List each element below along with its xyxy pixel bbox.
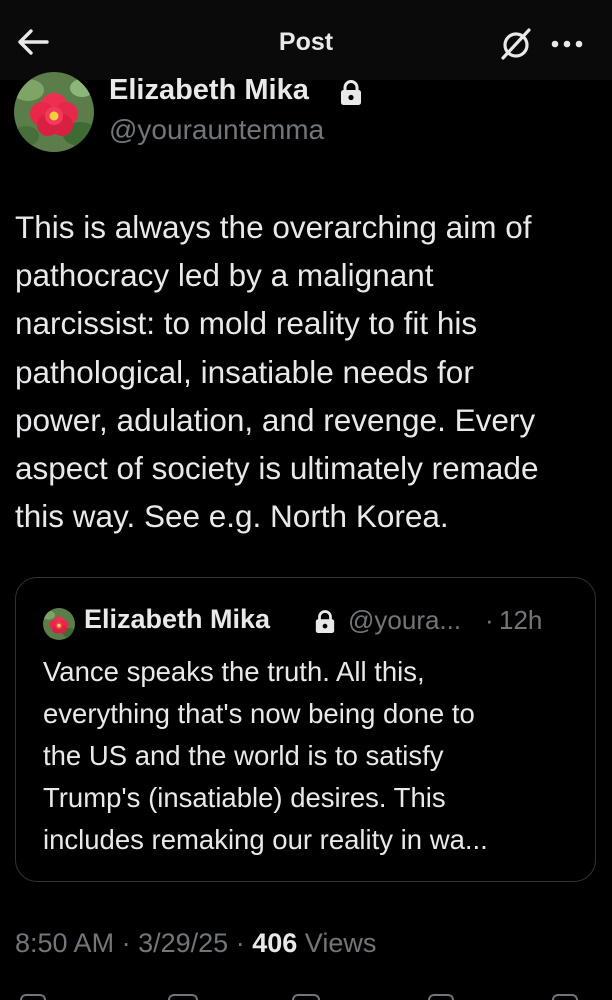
- quote-author-name: Elizabeth Mika: [84, 604, 271, 634]
- avatar-flower-image: [43, 608, 75, 640]
- separator-dot: ·: [121, 928, 131, 958]
- top-header: Post: [0, 0, 612, 80]
- post-text-line: this way. See e.g. North Korea.: [15, 498, 449, 535]
- post-date[interactable]: 3/29/25: [138, 928, 228, 958]
- quote-text-line: the US and the world is to satisfy: [43, 740, 444, 771]
- quoted-post-card[interactable]: Elizabeth Mika @youra... · 12h Vance spe…: [15, 577, 596, 882]
- quote-text: Vance speaks the truth. All this, everyt…: [43, 651, 583, 861]
- avatar-flower-image: [14, 72, 94, 152]
- post-action-bar: [0, 988, 612, 1000]
- quote-text-line: Vance speaks the truth. All this,: [43, 656, 425, 687]
- share-icon[interactable]: [552, 994, 578, 1000]
- views-label[interactable]: Views: [305, 928, 377, 958]
- quote-text-line: includes remaking our reality in wa...: [43, 824, 488, 855]
- grok-icon: [501, 28, 531, 60]
- author-handle[interactable]: @yourauntemma: [109, 114, 324, 146]
- post-text-line: pathological, insatiable needs for: [15, 353, 474, 390]
- protected-lock-icon: [339, 80, 363, 106]
- quote-author-handle: @youra...: [348, 605, 462, 635]
- post-text-line: power, adulation, and revenge. Every: [15, 401, 536, 438]
- post-text-line: pathocracy led by a malignant: [15, 257, 434, 294]
- quote-timestamp: 12h: [499, 605, 543, 635]
- reply-icon[interactable]: [20, 994, 46, 1000]
- grok-button[interactable]: [496, 24, 536, 64]
- post-text: This is always the overarching aim of pa…: [15, 203, 600, 540]
- quote-text-line: everything that's now being done to: [43, 698, 475, 729]
- post-text-line: narcissist: to mold reality to fit his: [15, 305, 478, 342]
- protected-lock-icon: [314, 610, 336, 634]
- more-options-button[interactable]: [548, 24, 588, 64]
- post-text-line: aspect of society is ultimately remade: [15, 450, 539, 487]
- post-text-line: This is always the overarching aim of: [15, 209, 532, 245]
- quote-text-line: Trump's (insatiable) desires. This: [43, 782, 446, 813]
- repost-icon[interactable]: [168, 994, 198, 1000]
- avatar[interactable]: [14, 72, 94, 152]
- like-icon[interactable]: [292, 994, 320, 1000]
- quote-avatar[interactable]: [43, 608, 75, 640]
- bookmark-icon[interactable]: [428, 994, 454, 1000]
- views-count[interactable]: 406: [252, 928, 297, 958]
- more-horizontal-icon: [551, 40, 583, 48]
- post-time[interactable]: 8:50 AM: [15, 928, 114, 958]
- separator-dot: ·: [235, 928, 245, 958]
- post-metadata: 8:50 AM · 3/29/25 · 406 Views: [15, 928, 376, 959]
- author-name[interactable]: Elizabeth Mika: [109, 74, 309, 107]
- separator-dot: ·: [485, 605, 494, 635]
